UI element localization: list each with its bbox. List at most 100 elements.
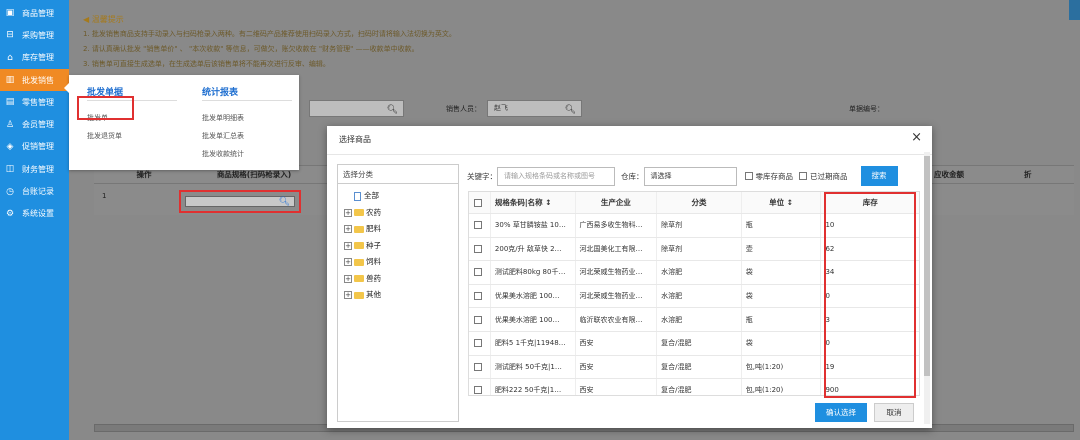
row-checkbox[interactable]	[473, 244, 482, 253]
table-cell: 西安	[576, 355, 658, 379]
sidebar-item-products[interactable]: ▣ 商品管理	[0, 2, 69, 24]
warehouse-select[interactable]: 请选择	[643, 166, 737, 186]
table-cell: 包,吨(1:20)	[742, 379, 822, 395]
sidebar-item-ledger[interactable]: ◷ 台账记录	[0, 180, 69, 202]
sidebar-item-finance[interactable]: ◫ 财务管理	[0, 158, 69, 180]
scan-input[interactable]: 🔍︎	[185, 196, 295, 207]
table-cell: 瓶	[742, 308, 822, 331]
select-all-checkbox[interactable]	[473, 198, 482, 207]
keyword-input[interactable]: 请输入规格条码或名称或图号	[497, 166, 615, 186]
expand-icon[interactable]: +	[344, 208, 352, 217]
sidebar-item-inventory[interactable]: ⌂ 库存管理	[0, 47, 69, 69]
row-checkbox[interactable]	[473, 221, 482, 230]
sidebar-item-promotions[interactable]: ◈ 促销管理	[0, 136, 69, 158]
cancel-button[interactable]: 取消	[874, 403, 914, 422]
expired-checkbox[interactable]	[799, 172, 807, 180]
table-cell: 水溶肥	[657, 308, 742, 331]
stock-column-highlight	[824, 192, 916, 398]
sidebar-item-label: 促销管理	[22, 142, 54, 152]
card-icon: ▤	[5, 97, 15, 108]
sidebar-item-settings[interactable]: ⚙ 系统设置	[0, 203, 69, 225]
row-checkbox[interactable]	[473, 339, 482, 348]
tree-item-other[interactable]: + 其他	[344, 287, 458, 304]
row-checkbox[interactable]	[473, 292, 482, 301]
folder-icon	[354, 258, 364, 266]
col-spec[interactable]: 规格条码|名称 ↕	[491, 192, 576, 213]
tree-item-feed[interactable]: + 饲料	[344, 254, 458, 271]
table-cell: 西安	[576, 331, 658, 355]
folder-icon	[354, 242, 364, 250]
speaker-icon: ◀	[83, 15, 90, 24]
confirm-button[interactable]: 确认选择	[815, 403, 867, 422]
table-cell: 优果美水溶肥 100…	[491, 308, 576, 331]
table-cell: 壶	[742, 237, 822, 261]
sidebar-item-label: 商品管理	[22, 8, 54, 18]
user-icon: ♙	[5, 119, 15, 130]
col-manufacturer: 生产企业	[576, 192, 658, 213]
row-checkbox[interactable]	[473, 362, 482, 371]
row-checkbox[interactable]	[473, 268, 482, 277]
menu-item-order-detail[interactable]: 批发单明细表	[202, 109, 292, 127]
expand-icon[interactable]: +	[344, 274, 352, 283]
row-checkbox[interactable]	[473, 386, 482, 395]
search-button[interactable]: 搜索	[860, 166, 898, 186]
customer-input[interactable]: 🔍︎	[309, 100, 404, 117]
bars-icon: ▥	[5, 75, 15, 86]
salesperson-input[interactable]: 赵飞 🔍︎	[487, 100, 582, 117]
table-cell: 河北荣威生物药业…	[576, 261, 658, 284]
top-right-button[interactable]	[1069, 0, 1080, 20]
expand-icon[interactable]: +	[344, 258, 352, 267]
menu-item-payment-stats[interactable]: 批发收款统计	[202, 145, 292, 163]
menu-item-wholesale-return[interactable]: 批发退货单	[87, 127, 177, 145]
search-bar: 关键字： 请输入规格条码或名称或图号 仓库： 请选择 零库存商品 已过期商品 搜…	[467, 166, 898, 186]
table-cell: 河北荣威生物药业…	[576, 284, 658, 308]
wholesale-order-highlight	[77, 96, 134, 120]
search-icon[interactable]: 🔍︎	[565, 103, 576, 118]
sidebar-item-label: 零售管理	[22, 97, 54, 107]
table-cell: 复合/混肥	[657, 331, 742, 355]
table-cell: 肥料222 50千克|1…	[491, 379, 576, 395]
table-cell: 袋	[742, 284, 822, 308]
menu-item-order-summary[interactable]: 批发单汇总表	[202, 127, 292, 145]
table-cell: 瓶	[742, 214, 822, 237]
tree-item-all[interactable]: 全部	[344, 188, 458, 205]
expand-icon[interactable]: +	[344, 225, 352, 234]
clock-icon: ◷	[6, 186, 14, 197]
tree-item-vet-medicine[interactable]: + 兽药	[344, 271, 458, 288]
tree-item-fertilizer[interactable]: + 肥料	[344, 221, 458, 238]
sidebar-item-retail[interactable]: ▤ 零售管理	[0, 91, 69, 113]
search-icon[interactable]: 🔍︎	[279, 197, 290, 207]
sidebar-item-purchase[interactable]: ⊟ 采购管理	[0, 24, 69, 46]
table-cell: 袋	[742, 261, 822, 284]
sidebar-item-members[interactable]: ♙ 会员管理	[0, 113, 69, 135]
table-cell: 200克/升 敌草快 2…	[491, 237, 576, 261]
table-cell: 临沂联农农业有限…	[576, 308, 658, 331]
search-icon[interactable]: 🔍︎	[387, 103, 398, 118]
tree-item-seeds[interactable]: + 种子	[344, 238, 458, 255]
sidebar-item-label: 会员管理	[22, 120, 54, 130]
close-icon[interactable]: ×	[911, 130, 922, 145]
sidebar-item-label: 批发销售	[22, 75, 54, 85]
scan-input-highlight: 🔍︎	[179, 190, 301, 213]
sidebar-item-wholesale[interactable]: ▥ 批发销售	[0, 68, 69, 92]
sidebar-item-label: 采购管理	[22, 30, 54, 40]
table-cell: 肥料5 1千克|11948…	[491, 331, 576, 355]
vertical-scrollbar[interactable]	[924, 152, 930, 424]
tree-item-pesticide[interactable]: + 农药	[344, 205, 458, 222]
sidebar-item-label: 台账记录	[22, 187, 54, 197]
table-cell: 西安	[576, 379, 658, 395]
zero-stock-checkbox[interactable]	[744, 172, 753, 180]
grid-header-spec: 商品规格(扫码枪录入)	[216, 170, 292, 179]
row-checkbox[interactable]	[473, 315, 482, 324]
dialog-title: 选择商品	[339, 135, 371, 144]
expand-icon[interactable]: +	[344, 241, 352, 250]
tip-panel: ◀ 温馨提示 1. 批发销售商品支持手动录入与扫码枪录入两种。有二维码产品推荐使…	[83, 12, 456, 72]
category-header: 选择分类	[338, 165, 458, 184]
folder-icon	[354, 275, 364, 283]
col-unit[interactable]: 单位 ↕	[742, 192, 822, 213]
zero-stock-label: 零库存商品	[755, 171, 794, 181]
warehouse-label: 仓库：	[621, 171, 644, 181]
tip-line-2: 2. 请认真确认批发 "销售单价" 、 "本次收款" 等信息，可做欠，账欠收款在…	[83, 45, 419, 53]
expand-icon[interactable]: +	[344, 291, 352, 300]
sidebar-item-label: 库存管理	[22, 53, 54, 63]
